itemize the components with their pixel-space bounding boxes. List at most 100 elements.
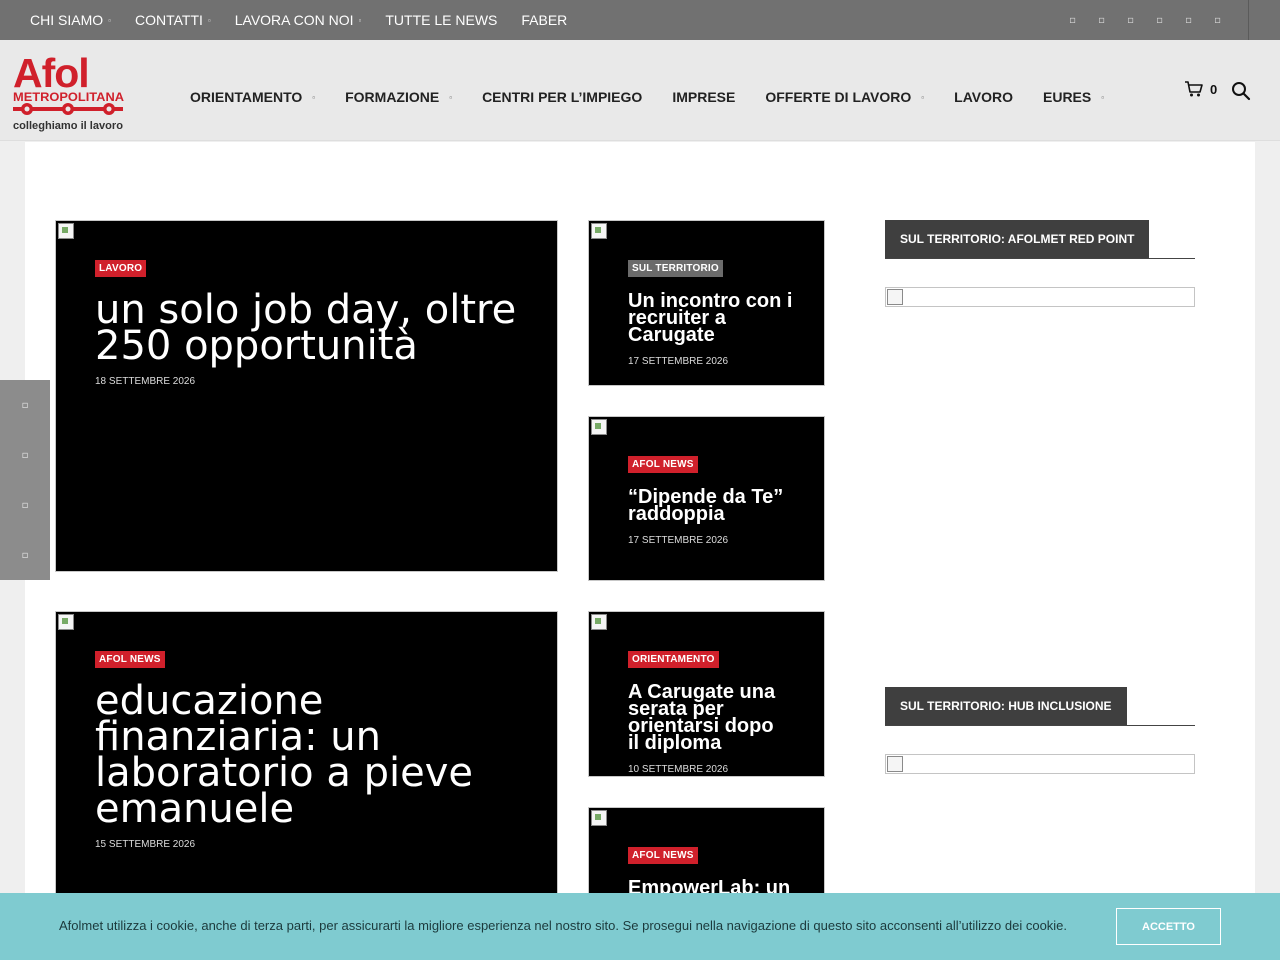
featured-article-card[interactable]: AFOL NEWS educazione finanziaria: un lab…	[55, 611, 558, 901]
social-links: ▫ ▫ ▫ ▫ ▫ ▫	[1058, 0, 1232, 40]
twitter-icon[interactable]: ▫	[1087, 15, 1116, 26]
cookie-text: Afolmet utilizza i cookie, anche di terz…	[59, 918, 1068, 933]
nav-label: FORMAZIONE	[345, 89, 440, 105]
article-title[interactable]: “Dipende da Te” raddoppia	[628, 487, 783, 525]
chevron-down-icon: ▫	[207, 15, 211, 25]
top-nav-chi-siamo[interactable]: CHI SIAMO ▫	[30, 12, 111, 28]
widget-title: SUL TERRITORIO: AFOLMET RED POINT	[885, 220, 1150, 258]
nav-eures[interactable]: EURES ▫	[1043, 89, 1104, 105]
nav-formazione[interactable]: FORMAZIONE ▫	[345, 89, 452, 105]
nav-imprese[interactable]: IMPRESE	[672, 89, 735, 105]
sidebar-widget-heading: SUL TERRITORIO: HUB INCLUSIONE	[885, 687, 1195, 726]
title-line: raddoppia	[628, 503, 725, 525]
broken-image-icon	[591, 810, 607, 826]
nav-label: CENTRI PER L’IMPIEGO	[482, 89, 643, 105]
category-tag[interactable]: AFOL NEWS	[628, 456, 698, 473]
linkedin-icon[interactable]: ▫	[1116, 15, 1145, 26]
logo-line2: METROPOLITANA	[13, 90, 124, 104]
widget-image[interactable]	[885, 754, 1195, 774]
article-date: 18 SETTEMBRE 2026	[95, 376, 196, 387]
broken-image-icon	[58, 614, 74, 630]
article-title[interactable]: A Carugate una serata per orientarsi dop…	[628, 682, 775, 754]
top-nav-label: LAVORA CON NOI	[234, 12, 354, 28]
linkedin-share-icon[interactable]: ▫	[0, 480, 50, 530]
nav-label: OFFERTE DI LAVORO	[765, 89, 912, 105]
category-tag[interactable]: SUL TERRITORIO	[628, 260, 723, 277]
article-title[interactable]: un solo job day, oltre 250 opportunità	[95, 290, 516, 369]
twitter-share-icon[interactable]: ▫	[0, 430, 50, 480]
top-nav-faber[interactable]: FABER	[521, 12, 567, 28]
top-nav-label: CHI SIAMO	[30, 12, 104, 28]
search-button[interactable]	[1231, 81, 1251, 105]
main-nav: ORIENTAMENTO ▫ FORMAZIONE ▫ CENTRI PER L’I…	[190, 89, 1134, 105]
category-tag[interactable]: ORIENTAMENTO	[628, 651, 719, 668]
widget-image[interactable]	[885, 287, 1195, 307]
top-nav-label: CONTATTI	[134, 12, 203, 28]
chevron-down-icon: ▫	[449, 92, 453, 102]
cart-count: 0	[1210, 81, 1218, 97]
broken-image-icon	[887, 289, 903, 305]
nav-centri-per-impiego[interactable]: CENTRI PER L’IMPIEGO	[482, 89, 642, 105]
top-nav-tutte-le-news[interactable]: TUTTE LE NEWS	[385, 12, 497, 28]
share-bar: ▫ ▫ ▫ ▫	[0, 380, 50, 580]
category-tag[interactable]: AFOL NEWS	[628, 847, 698, 864]
title-line: 250 opportunità	[95, 323, 418, 369]
chevron-down-icon: ▫	[1101, 92, 1105, 102]
nav-label: EURES	[1043, 89, 1092, 105]
sidebar-widget-heading: SUL TERRITORIO: AFOLMET RED POINT	[885, 220, 1195, 259]
top-nav: CHI SIAMO ▫ CONTATTI ▫ LAVORA CON NOI ▫ TUT…	[30, 0, 591, 40]
chevron-down-icon: ▫	[108, 15, 111, 25]
top-nav-label: FABER	[521, 12, 568, 28]
top-bar: CHI SIAMO ▫ CONTATTI ▫ LAVORA CON NOI ▫ TUT…	[0, 0, 1280, 40]
title-line: il diploma	[628, 732, 722, 754]
title-line: Carugate	[628, 324, 715, 346]
email-share-icon[interactable]: ▫	[0, 530, 50, 580]
top-nav-contatti[interactable]: CONTATTI ▫	[135, 12, 211, 28]
nav-orientamento[interactable]: ORIENTAMENTO ▫	[190, 89, 315, 105]
article-card[interactable]: AFOL NEWS “Dipende da Te” raddoppia 17 S…	[588, 416, 825, 581]
top-nav-lavora-con-noi[interactable]: LAVORA CON NOI ▫	[235, 12, 362, 28]
broken-image-icon	[591, 223, 607, 239]
divider	[1248, 0, 1249, 40]
facebook-icon[interactable]: ▫	[1058, 15, 1087, 26]
nav-label: LAVORO	[954, 89, 1013, 105]
article-card[interactable]: SUL TERRITORIO Un incontro con i recruit…	[588, 220, 825, 386]
article-card[interactable]: AFOL NEWS EmpowerLab: un	[588, 807, 825, 907]
nav-offerte-di-lavoro[interactable]: OFFERTE DI LAVORO ▫	[765, 89, 924, 105]
article-title[interactable]: Un incontro con i recruiter a Carugate	[628, 291, 792, 346]
article-date: 15 SETTEMBRE 2026	[95, 839, 196, 850]
accept-cookies-button[interactable]: ACCETTO	[1116, 908, 1221, 945]
article-title[interactable]: educazione finanziaria: un laboratorio a…	[95, 681, 473, 832]
main-header: Afol METROPOLITANA colleghiamo il lavoro…	[0, 40, 1280, 141]
category-tag[interactable]: AFOL NEWS	[95, 651, 165, 668]
afol-logo[interactable]: Afol METROPOLITANA colleghiamo il lavoro	[12, 50, 126, 133]
chevron-down-icon: ▫	[358, 15, 362, 25]
category-tag[interactable]: LAVORO	[95, 260, 147, 277]
article-card[interactable]: ORIENTAMENTO A Carugate una serata per o…	[588, 611, 825, 777]
broken-image-icon	[591, 614, 607, 630]
title-line: emanuele	[95, 786, 295, 832]
broken-image-icon	[58, 223, 74, 239]
nav-label: IMPRESE	[672, 89, 736, 105]
article-date: 10 SETTEMBRE 2026	[628, 764, 729, 775]
chevron-down-icon: ▫	[312, 92, 316, 102]
cart-icon	[1185, 81, 1203, 97]
chevron-down-icon: ▫	[921, 92, 925, 102]
article-date: 17 SETTEMBRE 2026	[628, 535, 729, 546]
broken-image-icon	[887, 756, 903, 772]
nav-lavoro[interactable]: LAVORO	[954, 89, 1013, 105]
top-nav-label: TUTTE LE NEWS	[385, 12, 498, 28]
broken-image-icon	[591, 419, 607, 435]
facebook-share-icon[interactable]: ▫	[0, 380, 50, 430]
search-icon	[1232, 82, 1251, 101]
widget-title: SUL TERRITORIO: HUB INCLUSIONE	[885, 687, 1127, 725]
telegram-icon[interactable]: ▫	[1203, 15, 1232, 26]
article-date: 17 SETTEMBRE 2026	[628, 356, 729, 367]
logo-tagline: colleghiamo il lavoro	[13, 120, 123, 132]
instagram-icon[interactable]: ▫	[1145, 15, 1174, 26]
youtube-icon[interactable]: ▫	[1174, 15, 1203, 26]
cookie-banner: Afolmet utilizza i cookie, anche di terz…	[0, 893, 1280, 960]
nav-label: ORIENTAMENTO	[190, 89, 303, 105]
featured-article-card[interactable]: LAVORO un solo job day, oltre 250 opport…	[55, 220, 558, 572]
cart-button[interactable]: 0	[1184, 80, 1217, 98]
